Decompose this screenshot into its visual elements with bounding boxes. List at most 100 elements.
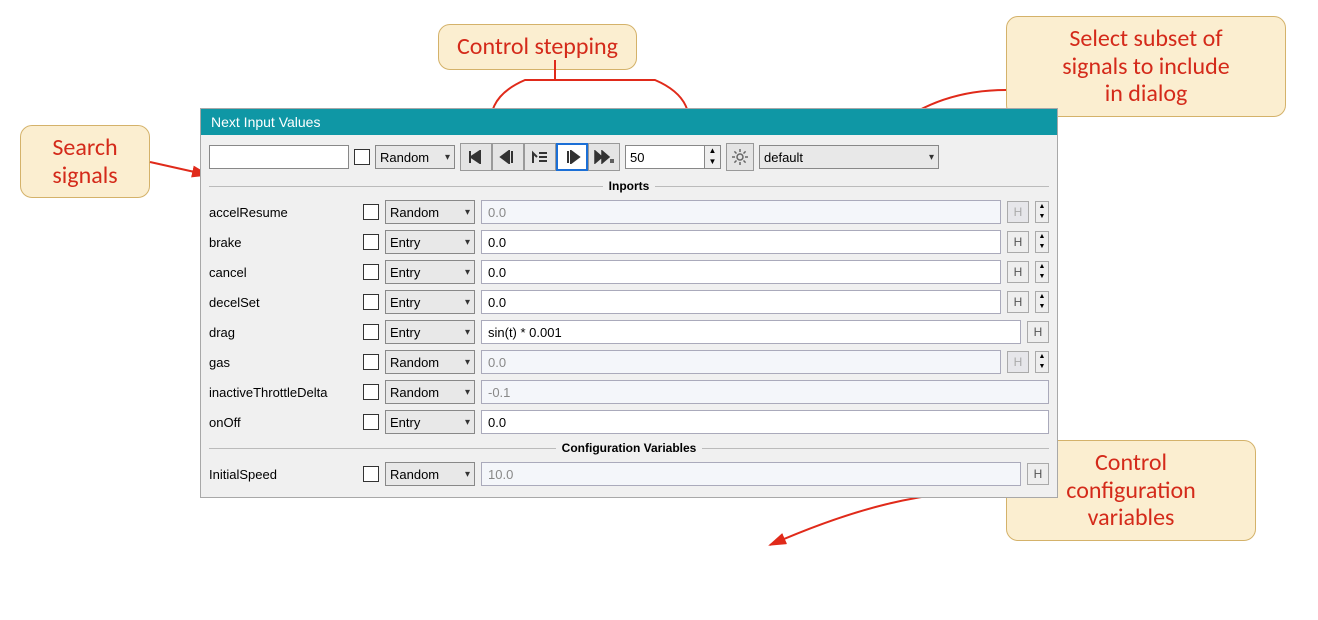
signal-checkbox[interactable] (363, 466, 379, 482)
signal-row: inactiveThrottleDeltaRandom▾ (209, 377, 1049, 407)
preset-label: default (764, 150, 803, 165)
signal-mode-label: Entry (390, 325, 420, 340)
signal-value-input[interactable] (481, 290, 1001, 314)
value-up[interactable]: ▲ (1036, 262, 1048, 272)
preset-select[interactable]: default ▾ (759, 145, 939, 169)
chevron-down-icon: ▾ (465, 417, 470, 428)
signal-row: onOff Entry ▾ (209, 407, 1049, 437)
signal-mode-select[interactable]: Entry ▾ (385, 320, 475, 344)
signal-row: decelSet Entry▾ H ▲▼ (209, 287, 1049, 317)
value-stepper: ▲▼ (1035, 291, 1049, 313)
history-button[interactable]: H (1027, 321, 1049, 343)
history-button[interactable]: H (1007, 231, 1029, 253)
signal-checkbox[interactable] (363, 324, 379, 340)
signal-checkbox[interactable] (363, 264, 379, 280)
signal-mode-select[interactable]: Entry ▾ (385, 230, 475, 254)
signal-mode-select[interactable]: Random▾ (385, 380, 475, 404)
divider (655, 186, 1049, 187)
value-down[interactable]: ▼ (1036, 242, 1048, 252)
signal-mode-select[interactable]: Entry▾ (385, 260, 475, 284)
callout-text: Select subset of signals to include in d… (1062, 24, 1229, 108)
history-button[interactable]: H (1007, 261, 1029, 283)
value-down[interactable]: ▼ (1036, 362, 1048, 372)
divider (209, 186, 603, 187)
history-button: H (1007, 201, 1029, 223)
signal-mode-select[interactable]: Random ▾ (385, 462, 475, 486)
signal-mode-select[interactable]: Random▾ (385, 200, 475, 224)
window-title: Next Input Values (211, 114, 320, 130)
signal-checkbox[interactable] (363, 294, 379, 310)
signal-name: accelResume (209, 205, 357, 220)
signal-name: decelSet (209, 295, 357, 310)
signal-row: InitialSpeedRandom▾H (209, 459, 1049, 489)
step-list-button[interactable] (524, 143, 556, 171)
step-back-button[interactable] (492, 143, 524, 171)
signal-mode-label: Entry (390, 415, 420, 430)
callout-select-subset: Select subset of signals to include in d… (1006, 16, 1286, 117)
step-count-spinner: ▲ ▼ (625, 145, 721, 169)
signal-checkbox[interactable] (363, 204, 379, 220)
signal-checkbox[interactable] (363, 384, 379, 400)
step-count-input[interactable] (625, 145, 705, 169)
signal-mode-select[interactable]: Entry ▾ (385, 410, 475, 434)
chevron-down-icon: ▾ (465, 327, 470, 338)
signal-row: cancel Entry▾ H ▲▼ (209, 257, 1049, 287)
inports-header: Inports (209, 179, 1049, 193)
chevron-down-icon: ▾ (445, 152, 450, 163)
signal-name: onOff (209, 415, 357, 430)
value-stepper: ▲▼ (1035, 261, 1049, 283)
chevron-down-icon: ▾ (465, 267, 470, 278)
signal-value-input[interactable] (481, 410, 1049, 434)
signal-checkbox[interactable] (363, 234, 379, 250)
signal-mode-label: Entry (390, 235, 420, 250)
gear-icon (731, 148, 749, 166)
dialog-window: Next Input Values Random ▾ (200, 108, 1058, 498)
signal-name: cancel (209, 265, 357, 280)
callout-search-signals: Search signals (20, 125, 150, 198)
history-button[interactable]: H (1027, 463, 1049, 485)
settings-button[interactable] (726, 143, 754, 171)
signal-checkbox[interactable] (363, 354, 379, 370)
chevron-down-icon: ▾ (465, 357, 470, 368)
step-count-down[interactable]: ▼ (705, 157, 720, 168)
value-up[interactable]: ▲ (1036, 352, 1048, 362)
history-button[interactable]: H (1007, 291, 1029, 313)
signal-value-input[interactable] (481, 260, 1001, 284)
divider (702, 448, 1049, 449)
toolbar-mode-select[interactable]: Random ▾ (375, 145, 455, 169)
signal-value-input[interactable] (481, 230, 1001, 254)
step-forward-button[interactable] (556, 143, 588, 171)
value-up[interactable]: ▲ (1036, 292, 1048, 302)
signal-mode-select[interactable]: Entry▾ (385, 290, 475, 314)
signal-name: brake (209, 235, 357, 250)
chevron-down-icon: ▾ (465, 387, 470, 398)
history-button: H (1007, 351, 1029, 373)
chevron-down-icon: ▾ (465, 297, 470, 308)
value-stepper: ▲▼ (1035, 351, 1049, 373)
step-fastforward-button[interactable] (588, 143, 620, 171)
value-down[interactable]: ▼ (1036, 272, 1048, 282)
signal-mode-select[interactable]: Random▾ (385, 350, 475, 374)
callout-control-stepping: Control stepping (438, 24, 637, 70)
chevron-down-icon: ▾ (465, 237, 470, 248)
signal-row: gasRandom▾H▲▼ (209, 347, 1049, 377)
signal-value-input (481, 380, 1049, 404)
signal-mode-label: Random (390, 467, 439, 482)
value-stepper: ▲▼ (1035, 201, 1049, 223)
signal-value-input[interactable] (481, 320, 1021, 344)
divider (209, 448, 556, 449)
search-input[interactable] (209, 145, 349, 169)
signal-checkbox[interactable] (363, 414, 379, 430)
value-up[interactable]: ▲ (1036, 232, 1048, 242)
toolbar-checkbox[interactable] (354, 149, 370, 165)
step-count-up[interactable]: ▲ (705, 146, 720, 157)
value-down[interactable]: ▼ (1036, 212, 1048, 222)
step-button-group (460, 143, 620, 171)
chevron-down-icon: ▾ (465, 469, 470, 480)
callout-text: Control configuration variables (1066, 448, 1195, 532)
value-stepper: ▲▼ (1035, 231, 1049, 253)
step-first-button[interactable] (460, 143, 492, 171)
value-up[interactable]: ▲ (1036, 202, 1048, 212)
value-down[interactable]: ▼ (1036, 302, 1048, 312)
callout-text: Control stepping (457, 32, 618, 61)
